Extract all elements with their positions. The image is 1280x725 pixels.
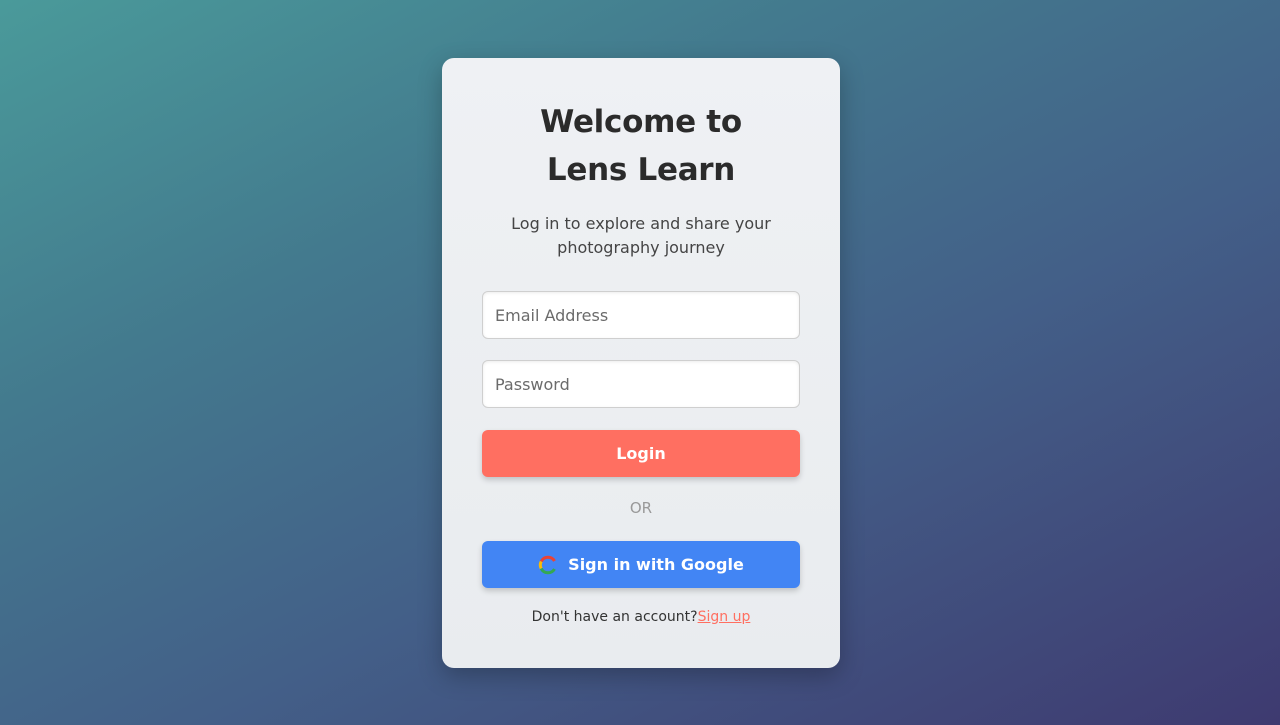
login-card: Welcome to Lens Learn Log in to explore … [442, 58, 840, 668]
title-line-2: Lens Learn [546, 152, 736, 188]
password-field[interactable] [482, 360, 800, 408]
signup-link[interactable]: Sign up [698, 609, 751, 625]
login-button[interactable]: Login [482, 430, 800, 477]
google-button-label: Sign in with Google [568, 555, 744, 574]
or-divider: OR [629, 499, 653, 517]
google-signin-button[interactable]: Sign in with Google [482, 541, 800, 588]
signup-row: Don't have an account?Sign up [442, 609, 840, 625]
page-title: Welcome to Lens Learn [442, 98, 840, 194]
email-field[interactable] [482, 291, 800, 339]
google-icon [538, 555, 558, 575]
login-button-label: Login [616, 444, 666, 463]
title-line-1: Welcome to [540, 104, 742, 140]
subtitle: Log in to explore and share your photogr… [511, 214, 771, 257]
signup-prompt: Don't have an account? [531, 609, 698, 625]
